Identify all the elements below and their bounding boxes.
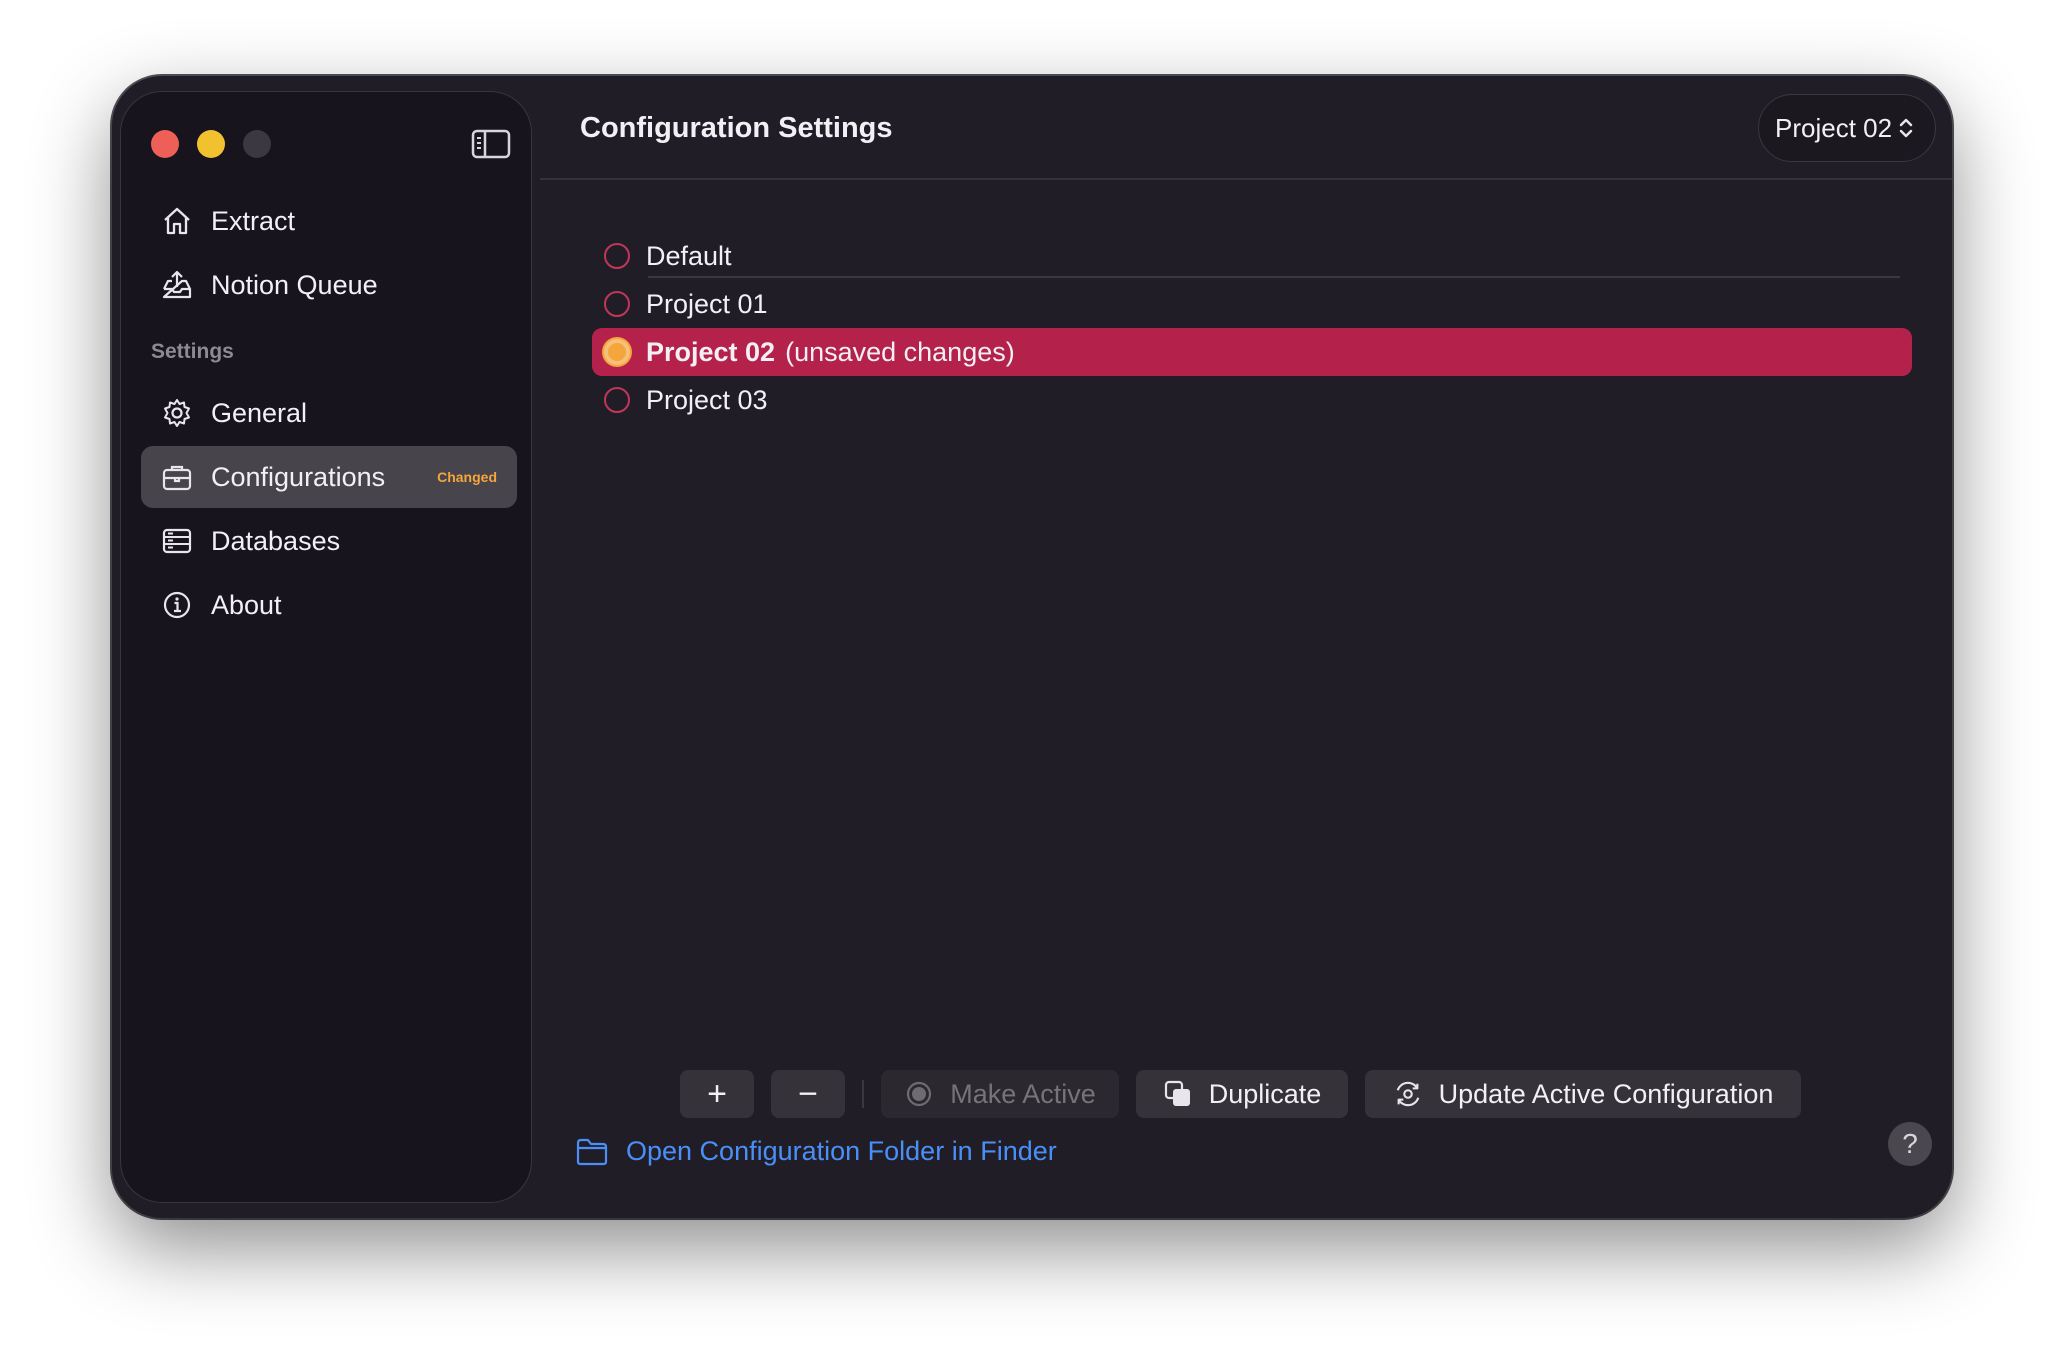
sidebar-item-label: Extract — [211, 205, 296, 236]
chevron-up-down-icon — [1899, 118, 1913, 138]
header-divider — [540, 178, 1952, 180]
config-row-default[interactable]: Default — [592, 232, 1912, 280]
update-active-config-button[interactable]: Update Active Configuration — [1365, 1070, 1801, 1118]
sidebar-item-label: General — [211, 397, 308, 428]
duplicate-label: Duplicate — [1208, 1078, 1322, 1109]
sidebar-item-notion-queue[interactable]: Notion Queue — [141, 254, 517, 316]
gear-icon — [161, 397, 193, 429]
database-icon — [161, 525, 193, 557]
toolbar-divider — [862, 1080, 864, 1108]
config-row-project-02[interactable]: Project 02 (unsaved changes) — [592, 328, 1912, 376]
project-selector-value: Project 02 — [1775, 112, 1893, 143]
sidebar-item-label: Notion Queue — [211, 269, 378, 300]
config-row-project-03[interactable]: Project 03 — [592, 376, 1912, 424]
plus-icon: + — [707, 1074, 727, 1113]
radio-button[interactable] — [604, 291, 630, 317]
radio-dot-icon — [904, 1079, 934, 1109]
gear-sync-icon — [1393, 1079, 1423, 1109]
radio-button-selected[interactable] — [604, 339, 630, 365]
info-icon — [161, 589, 193, 621]
config-row-project-01[interactable]: Project 01 — [592, 280, 1912, 328]
radio-button[interactable] — [604, 243, 630, 269]
project-selector[interactable]: Project 02 — [1758, 94, 1936, 162]
briefcase-icon — [161, 461, 193, 493]
minimize-window-button[interactable] — [197, 130, 225, 158]
sidebar-item-configurations[interactable]: Configurations Changed — [141, 446, 517, 508]
open-config-folder-link[interactable]: Open Configuration Folder in Finder — [576, 1136, 1057, 1167]
sidebar-item-label: Databases — [211, 525, 341, 556]
sidebar-item-label: Configurations — [211, 461, 386, 492]
house-icon — [161, 205, 193, 237]
sidebar-item-extract[interactable]: Extract — [141, 190, 517, 252]
duplicate-button[interactable]: Duplicate — [1136, 1070, 1348, 1118]
close-window-button[interactable] — [151, 130, 179, 158]
page-title: Configuration Settings — [580, 112, 893, 144]
settings-section-header: Settings — [151, 340, 234, 363]
sidebar-item-label: About — [211, 589, 282, 620]
sidebar-item-databases[interactable]: Databases — [141, 510, 517, 572]
update-label: Update Active Configuration — [1438, 1078, 1774, 1109]
list-divider — [648, 276, 1900, 278]
folder-icon — [576, 1138, 608, 1165]
sidebar-item-general[interactable]: General — [141, 382, 517, 444]
sidebar-item-about[interactable]: About — [141, 574, 517, 636]
config-name: Project 02 — [646, 336, 776, 367]
sidebar-toggle-icon[interactable] — [471, 128, 511, 160]
config-name: Default — [646, 240, 732, 271]
sidebar: Extract Notion Queue Settings General Co… — [120, 91, 532, 1203]
main-content: Configuration Settings Project 02 Defaul… — [540, 76, 1952, 1218]
tray-upload-icon — [161, 269, 193, 301]
unsaved-changes-label: (unsaved changes) — [785, 336, 1015, 367]
make-active-label: Make Active — [950, 1078, 1096, 1109]
radio-button[interactable] — [604, 387, 630, 413]
config-name: Project 03 — [646, 384, 768, 415]
minus-icon: − — [798, 1074, 818, 1113]
help-button[interactable]: ? — [1888, 1122, 1932, 1166]
open-config-folder-label: Open Configuration Folder in Finder — [626, 1136, 1057, 1166]
remove-config-button[interactable]: − — [771, 1070, 845, 1118]
duplicate-icon — [1163, 1079, 1193, 1109]
changed-badge: Changed — [437, 469, 497, 485]
config-name: Project 01 — [646, 288, 768, 319]
app-window: Extract Notion Queue Settings General Co… — [112, 76, 1952, 1218]
zoom-window-button[interactable] — [243, 130, 271, 158]
add-config-button[interactable]: + — [680, 1070, 754, 1118]
make-active-button[interactable]: Make Active — [881, 1070, 1119, 1118]
